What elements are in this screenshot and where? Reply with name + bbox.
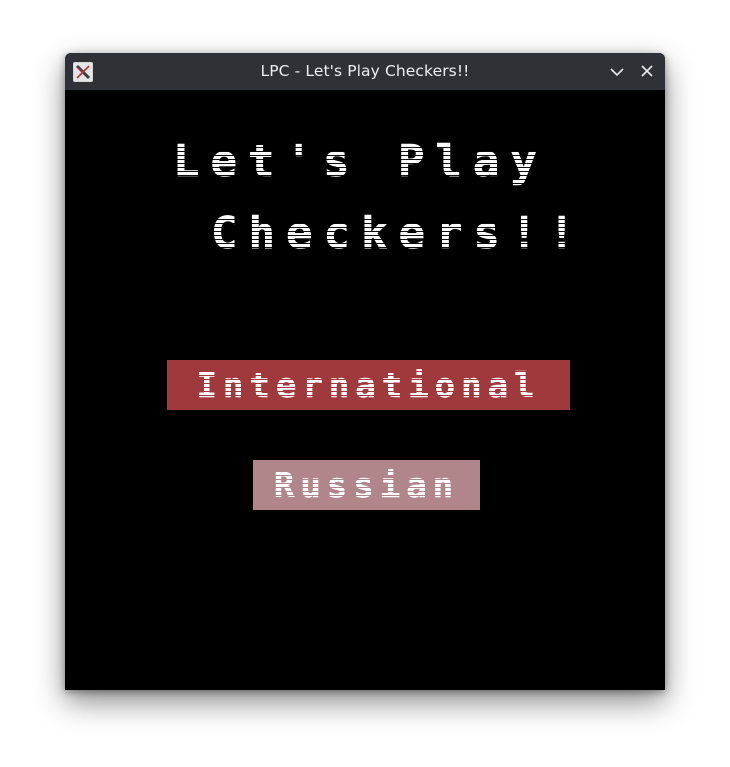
russian-button[interactable]: Russian [253, 460, 480, 510]
minimize-button[interactable] [606, 61, 628, 83]
international-button-label: International [196, 366, 541, 407]
russian-button-label: Russian [273, 466, 460, 507]
close-button[interactable] [636, 61, 658, 83]
heading-line-1: Let's Play [173, 136, 548, 188]
game-canvas: Let's Play Checkers!! International Russ… [65, 90, 665, 690]
international-button[interactable]: International [167, 360, 570, 410]
window-title: LPC - Let's Play Checkers!! [260, 62, 470, 80]
close-icon [641, 65, 653, 77]
title-bar[interactable]: LPC - Let's Play Checkers!! [65, 53, 665, 90]
app-window: LPC - Let's Play Checkers!! Let's Play C… [65, 53, 665, 690]
chevron-down-icon [610, 68, 624, 77]
heading-line-2: Checkers!! [211, 208, 586, 260]
